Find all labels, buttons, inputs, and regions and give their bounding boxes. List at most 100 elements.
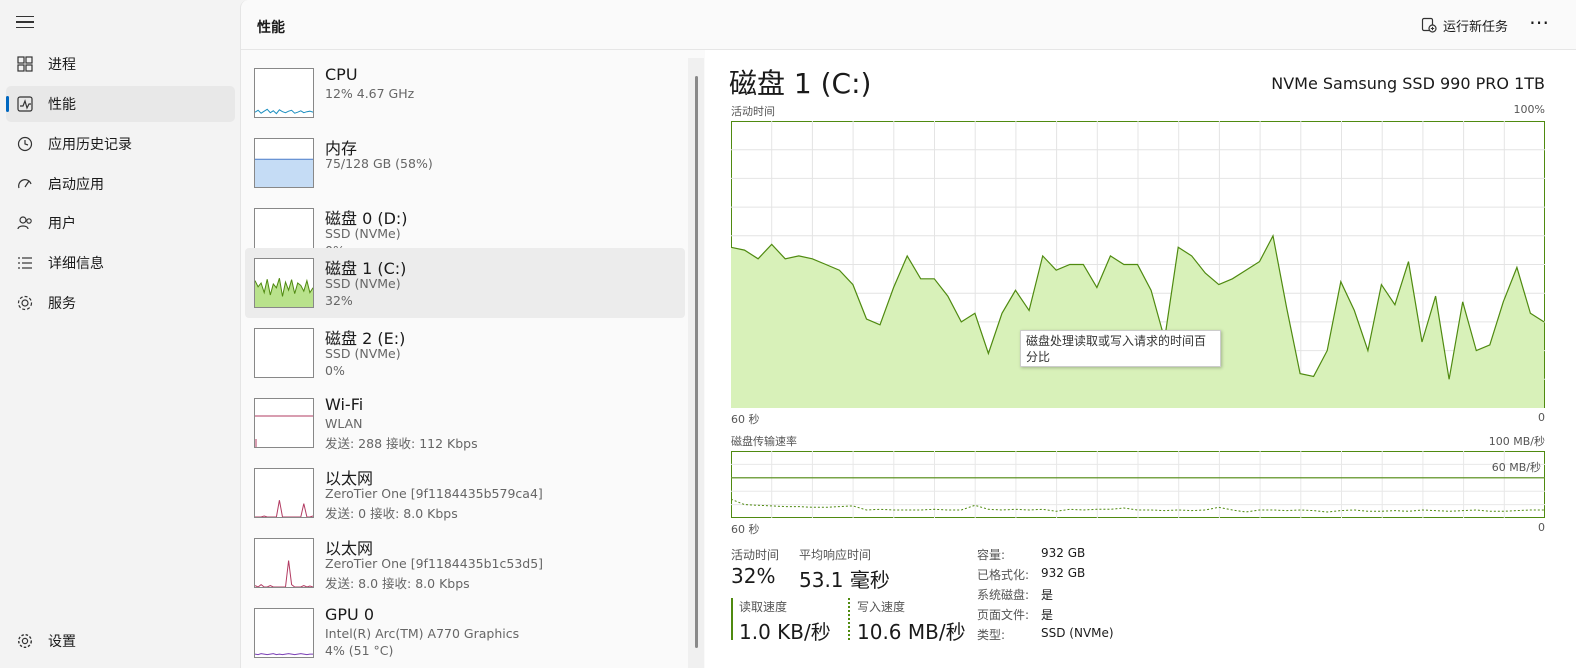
run-new-task-icon: [1421, 17, 1437, 33]
sparkline: [255, 560, 313, 587]
device-thumbnail: [254, 398, 314, 448]
chart2-ref-label: 60 MB/秒: [1491, 461, 1541, 474]
device-item-disk1[interactable]: 磁盘 1 (C:) SSD (NVMe) 32%: [245, 248, 685, 318]
run-new-task-button[interactable]: 运行新任务: [1421, 14, 1508, 36]
device-item-ethernet-2[interactable]: 以太网 ZeroTier One [9f1184435b1c53d5] 发送: …: [245, 528, 685, 598]
device-item-memory[interactable]: 内存 75/128 GB (58%): [245, 128, 685, 198]
nav-item-settings[interactable]: 设置: [6, 624, 235, 658]
info-key-system-disk: 系统磁盘:: [977, 588, 1030, 602]
device-item-wifi[interactable]: Wi-Fi WLAN 发送: 288 接收: 112 Kbps: [245, 388, 685, 458]
write-speed-value: 10.6 MB/秒: [857, 620, 966, 644]
info-value-page-file: 是: [1041, 608, 1054, 622]
device-type: Intel(R) Arc(TM) A770 Graphics: [325, 626, 520, 641]
disk-detail-panel: 磁盘 1 (C:) NVMe Samsung SSD 990 PRO 1TB 活…: [705, 50, 1576, 668]
wifi-sparkline: [255, 415, 313, 447]
nav-label-startup: 启动应用: [48, 177, 104, 193]
nav-item-performance[interactable]: 性能: [6, 86, 235, 122]
history-icon: [17, 136, 33, 152]
services-icon: [17, 295, 33, 311]
sparkline: [255, 653, 313, 656]
memory-sparkline: [255, 158, 313, 187]
processes-icon: [17, 56, 33, 72]
device-type: SSD (NVMe): [325, 226, 401, 241]
device-detail: 75/128 GB (58%): [325, 156, 433, 171]
more-options-icon[interactable]: ⋯: [1525, 12, 1553, 38]
run-new-task-label: 运行新任务: [1443, 19, 1509, 35]
device-usage: 4% (51 °C): [325, 643, 394, 658]
response-time-label: 平均响应时间: [799, 548, 872, 562]
nav-item-details[interactable]: 详细信息: [6, 245, 235, 281]
device-usage: 0%: [325, 363, 345, 378]
device-type: WLAN: [325, 416, 363, 431]
chart1-max: 100%: [1513, 103, 1545, 116]
nav-label-users: 用户: [48, 216, 76, 232]
device-thumbnail: [254, 328, 314, 378]
nav-label-performance: 性能: [48, 97, 76, 113]
info-value-formatted: 932 GB: [1041, 566, 1086, 580]
chart1-label: 活动时间: [731, 105, 775, 118]
read-speed-label: 读取速度: [739, 600, 788, 614]
chart2-x-left: 60 秒: [731, 523, 760, 536]
device-usage: 32%: [325, 293, 353, 308]
device-name: CPU: [325, 65, 358, 84]
nav-item-app-history[interactable]: 应用历史记录: [6, 126, 235, 162]
device-type: ZeroTier One [9f1184435b579ca4]: [325, 486, 543, 501]
device-thumbnail: [254, 468, 314, 518]
task-manager-window: 进程 性能 应用历史记录 启动应用 用户 详细信息 服务 设置 性能 运行新任务…: [0, 0, 1576, 668]
nav-item-services[interactable]: 服务: [6, 285, 235, 321]
info-key-type: 类型:: [977, 628, 1006, 642]
cpu-sparkline: [255, 108, 313, 115]
device-throughput: 发送: 0 接收: 8.0 Kbps: [325, 506, 458, 521]
sparkline: [255, 500, 313, 517]
nav-item-startup[interactable]: 启动应用: [6, 166, 235, 202]
info-value-system-disk: 是: [1041, 588, 1054, 602]
device-throughput: 发送: 288 接收: 112 Kbps: [325, 436, 478, 451]
write-speed-label: 写入速度: [857, 600, 906, 614]
nav-item-processes[interactable]: 进程: [6, 46, 235, 82]
page-title: 性能: [257, 20, 285, 36]
performance-icon: [17, 96, 33, 112]
response-time-value: 53.1 毫秒: [799, 568, 890, 592]
read-speed-indicator: [731, 598, 733, 640]
active-time-label: 活动时间: [731, 548, 780, 562]
chart2-label: 磁盘传输速率: [731, 435, 797, 448]
nav-label-processes: 进程: [48, 57, 76, 73]
device-list: CPU 12% 4.67 GHz 内存 75/128 GB (58%) 磁盘 0…: [245, 58, 685, 668]
chart2-max: 100 MB/秒: [1488, 435, 1545, 448]
startup-icon: [18, 179, 32, 189]
page-header: 性能 运行新任务 ⋯: [241, 0, 1576, 50]
device-item-ethernet-1[interactable]: 以太网 ZeroTier One [9f1184435b579ca4] 发送: …: [245, 458, 685, 528]
transfer-rate-chart: [731, 451, 1545, 518]
device-item-cpu[interactable]: CPU 12% 4.67 GHz: [245, 58, 685, 128]
device-thumbnail: [254, 258, 314, 308]
device-thumbnail: [254, 538, 314, 588]
info-key-formatted: 已格式化:: [977, 568, 1030, 582]
info-value-type: SSD (NVMe): [1041, 626, 1114, 640]
gpu-sparkline: [255, 653, 313, 656]
active-time-value: 32%: [731, 564, 776, 588]
users-icon: [17, 216, 32, 230]
write-speed-indicator: [848, 598, 850, 640]
selection-indicator: [6, 96, 9, 112]
chart2-x-right: 0: [1538, 521, 1545, 534]
device-thumbnail: [254, 68, 314, 118]
read-speed-value: 1.0 KB/秒: [739, 620, 831, 644]
chart-tooltip: 磁盘处理读取或写入请求的时间百分比: [1020, 330, 1221, 367]
device-type: SSD (NVMe): [325, 346, 401, 361]
info-key-page-file: 页面文件:: [977, 608, 1030, 622]
nav-label-details: 详细信息: [48, 256, 104, 272]
device-throughput: 发送: 8.0 接收: 8.0 Kbps: [325, 576, 470, 591]
nav-label-services: 服务: [48, 296, 76, 312]
device-list-scrollbar[interactable]: [695, 76, 698, 648]
device-item-gpu0[interactable]: GPU 0 Intel(R) Arc(TM) A770 Graphics 4% …: [245, 598, 685, 668]
hamburger-menu-icon[interactable]: [16, 16, 34, 30]
device-item-disk2[interactable]: 磁盘 2 (E:) SSD (NVMe) 0%: [245, 318, 685, 388]
ethernet2-sparkline: [255, 560, 313, 587]
nav-label-settings: 设置: [48, 634, 76, 650]
device-thumbnail: [254, 138, 314, 188]
disk-title: 磁盘 1 (C:): [729, 67, 872, 100]
disk1-sparkline: [255, 278, 313, 307]
nav-item-users[interactable]: 用户: [6, 205, 235, 241]
device-name: GPU 0: [325, 605, 375, 624]
chart1-x-right: 0: [1538, 411, 1545, 424]
